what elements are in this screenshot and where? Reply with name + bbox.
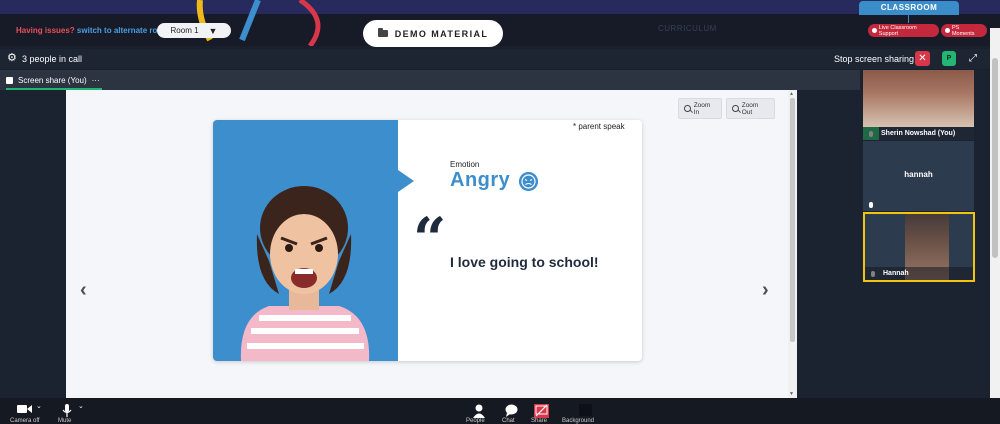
screen-share-icon — [6, 76, 13, 84]
camera-icon — [945, 28, 950, 33]
bottom-toolbar — [0, 398, 1000, 424]
zoom-out-button[interactable]: Zoom Out — [726, 98, 775, 119]
curriculum-tab[interactable]: CURRICULUM — [658, 24, 717, 33]
mic-icon — [869, 202, 873, 208]
background-icon[interactable] — [579, 404, 592, 416]
page-scrollbar[interactable] — [990, 28, 1000, 398]
people-count: 3 people in call — [22, 54, 83, 64]
tab-screen-share[interactable]: Screen share (You) ··· — [6, 70, 100, 90]
issue-message: Having issues? switch to alternate room — [16, 26, 169, 35]
participant-tile[interactable]: hannah — [863, 141, 974, 211]
zoom-out-label: Zoom Out — [741, 101, 759, 116]
page-scroll-thumb[interactable] — [992, 58, 998, 258]
more-options-icon[interactable]: ··· — [92, 76, 100, 85]
previous-slide-arrow-icon[interactable]: ‹ — [80, 279, 87, 302]
screen-share-tab-label: Screen share (You) — [18, 75, 87, 85]
participant-name: Hannah — [865, 267, 973, 280]
participant-name: Sherin Nowshad (You) — [863, 127, 974, 140]
scroll-up-icon[interactable]: ▲ — [789, 91, 794, 97]
emotion-word: Angry — [450, 169, 511, 191]
camera-toggle-icon[interactable] — [17, 404, 32, 414]
zoom-in-label: Zoom In — [693, 101, 711, 116]
live-support-label: Live Classroom Support — [878, 24, 917, 37]
ps-moments-label: PS Moments — [951, 24, 975, 37]
camera-label: Camera off — [10, 418, 40, 424]
participant-name: hannah — [904, 170, 933, 179]
zoom-in-icon — [684, 105, 691, 112]
room-select-value: Room 1 — [170, 26, 199, 35]
classroom-tab[interactable]: CLASSROOM — [859, 1, 959, 15]
angry-face-icon — [519, 172, 538, 191]
people-label: People — [466, 418, 485, 424]
live-support-button[interactable]: Live Classroom Support — [868, 24, 939, 37]
zoom-in-button[interactable]: Zoom In — [678, 98, 722, 119]
angry-girl-photo — [240, 186, 370, 361]
participant-tile[interactable]: Sherin Nowshad (You) — [863, 70, 974, 140]
mute-label: Mute — [58, 418, 72, 424]
screen-share-stop-icon[interactable] — [534, 404, 549, 418]
stop-sharing-close-button[interactable]: ✕ — [915, 51, 930, 66]
next-slide-arrow-icon[interactable]: › — [762, 279, 769, 302]
share-label: Share — [531, 418, 548, 424]
room-select[interactable]: Room 1 ▼ — [157, 23, 231, 38]
camera-options-chevron-down-icon[interactable]: ⌄ — [36, 402, 42, 410]
background-label: Background — [562, 418, 595, 424]
emotion-label: Emotion — [450, 160, 480, 169]
slide-note: * parent speak — [573, 122, 625, 131]
alternate-room-link[interactable]: switch to alternate room — [77, 26, 169, 35]
microphone-icon[interactable] — [62, 404, 72, 417]
presenter-button[interactable]: P — [942, 51, 956, 66]
demo-material-label: DEMO MATERIAL — [394, 28, 489, 39]
classroom-tab-stem — [908, 15, 909, 23]
issue-prefix: Having issues? — [16, 26, 75, 35]
folder-icon — [377, 28, 388, 37]
caret-down-icon: ▼ — [208, 25, 218, 36]
participant-tile-active[interactable]: Hannah — [863, 212, 975, 282]
ps-moments-button[interactable]: PS Moments — [941, 24, 987, 37]
lesson-slide: * parent speak Emotion Angry “ I love go… — [213, 120, 642, 361]
slide-quote: I love going to school! — [450, 254, 599, 270]
header-decoration — [0, 0, 1000, 14]
demo-material-button[interactable]: DEMO MATERIAL — [363, 20, 503, 47]
scroll-down-icon[interactable]: ▼ — [789, 391, 794, 397]
fullscreen-expand-icon[interactable]: ⤢ — [969, 53, 977, 64]
settings-gear-icon[interactable]: ⚙ — [7, 53, 17, 64]
mic-options-chevron-down-icon[interactable]: ⌄ — [78, 402, 84, 410]
people-icon[interactable] — [473, 404, 485, 418]
chat-label: Chat — [502, 418, 515, 424]
zoom-out-icon — [732, 105, 739, 112]
chat-icon[interactable] — [505, 404, 518, 417]
slide-pointer — [398, 170, 414, 192]
share-tab-bar — [0, 70, 860, 90]
viewer-scroll-thumb[interactable] — [790, 98, 795, 342]
stop-sharing-label[interactable]: Stop screen sharing — [834, 54, 914, 64]
quote-mark-icon: “ — [413, 205, 447, 273]
participant-video — [863, 70, 974, 127]
support-icon — [872, 28, 877, 33]
